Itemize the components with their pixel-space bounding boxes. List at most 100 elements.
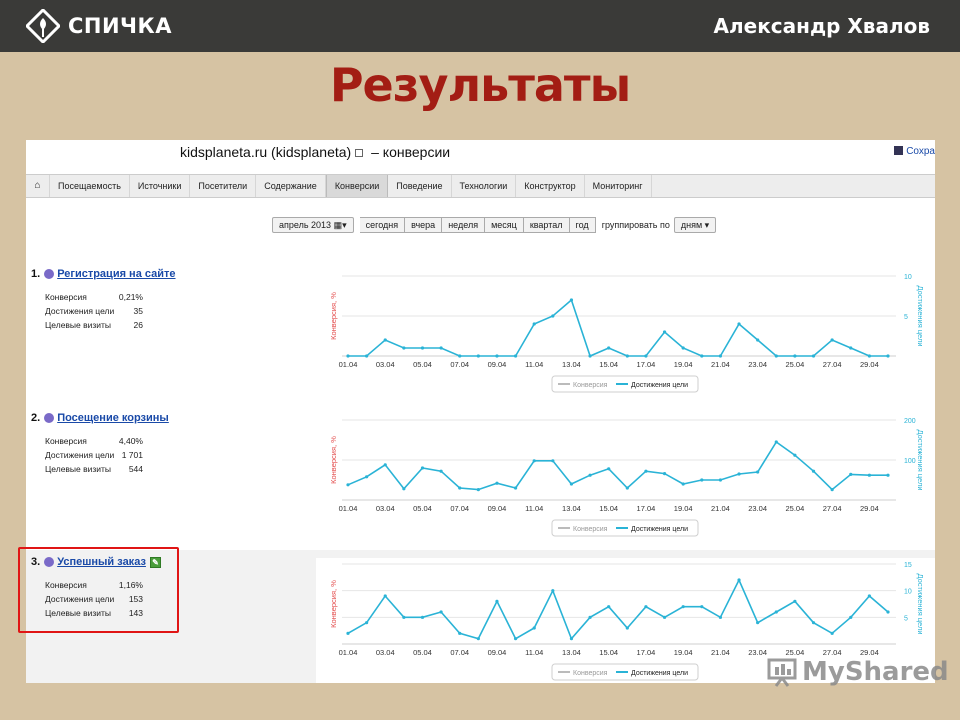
data-point [458, 631, 462, 635]
y2-tick-label: 5 [904, 314, 908, 321]
data-point [625, 354, 629, 358]
legend-label-achievements: Достижения цели [631, 526, 688, 533]
menu-item-visitors[interactable]: Посетители [190, 175, 257, 197]
calendar-icon: ▦▾ [333, 220, 347, 230]
data-point [588, 473, 592, 477]
period-selector: апрель 2013 ▦▾ сегодня вчера неделя меся… [272, 217, 717, 233]
data-point [607, 605, 611, 609]
goal-type-icon [44, 269, 55, 279]
menu-item-technology[interactable]: Технологии [452, 175, 517, 197]
goal-block-2: 2. Посещение корзины Конверсия 4,40% Дост… [26, 406, 935, 550]
stat-visits-value: 26 [133, 320, 143, 330]
x-tick-label: 21.04 [711, 648, 730, 657]
counter-settings-icon[interactable] [355, 149, 364, 157]
x-tick-label: 17.04 [637, 504, 656, 513]
legend-label-conversion: Конверсия [573, 526, 608, 533]
series-line-achievements [347, 578, 889, 641]
x-tick-label: 09.04 [488, 504, 507, 513]
period-week-button[interactable]: неделя [442, 217, 486, 233]
data-point [365, 354, 369, 358]
site-title: kidsplaneta.ru (kidsplaneta) [180, 144, 352, 160]
group-by-dropdown[interactable]: дням ▾ [673, 217, 717, 233]
data-point [681, 482, 685, 486]
x-tick-label: 05.04 [413, 648, 432, 657]
period-today-button[interactable]: сегодня [359, 217, 406, 233]
data-point [662, 330, 667, 334]
home-icon[interactable]: ⌂ [26, 175, 50, 197]
data-point [849, 615, 853, 619]
data-point [420, 346, 425, 350]
chart-legend: Конверсия Достижения цели [551, 663, 699, 681]
data-point [383, 594, 387, 598]
menu-item-content[interactable]: Содержание [256, 175, 326, 197]
slide-title: Результаты [329, 58, 631, 112]
data-point [402, 615, 406, 619]
goal-block-1: 1. Регистрация на сайте Конверсия 0,21% Д… [26, 262, 935, 406]
data-point [588, 615, 592, 619]
save-disk-icon [894, 146, 904, 155]
month-dropdown[interactable]: апрель 2013 ▦▾ [272, 217, 354, 233]
x-tick-label: 23.04 [748, 360, 767, 369]
data-point [625, 486, 629, 490]
x-tick-label: 03.04 [376, 360, 395, 369]
legend-label-conversion: Конверсия [573, 382, 608, 389]
period-quarter-button[interactable]: квартал [523, 217, 570, 233]
data-point [849, 472, 853, 476]
x-tick-label: 11.04 [525, 648, 543, 657]
x-tick-label: 11.04 [525, 504, 543, 513]
menu-item-traffic[interactable]: Посещаемость [50, 175, 130, 197]
legend-label-conversion: Конверсия [573, 670, 608, 677]
data-point [402, 487, 406, 491]
data-point [793, 599, 797, 603]
match-logo-icon [26, 9, 60, 43]
data-point [644, 605, 648, 609]
menu-item-constructor[interactable]: Конструктор [516, 175, 585, 197]
x-tick-label: 13.04 [562, 648, 581, 657]
data-point [476, 637, 480, 641]
data-point [867, 473, 871, 477]
save-label: Сохра [906, 146, 935, 157]
period-yesterday-button[interactable]: вчера [405, 217, 443, 233]
chart-legend: Конверсия Достижения цели [551, 375, 699, 393]
data-point [644, 354, 648, 358]
data-point [700, 605, 704, 609]
data-point [495, 481, 499, 485]
save-report-link[interactable]: Сохра [894, 146, 935, 157]
x-tick-label: 29.04 [860, 504, 879, 513]
x-tick-label: 23.04 [748, 504, 767, 513]
data-point [737, 322, 741, 326]
x-tick-label: 05.04 [413, 360, 432, 369]
menu-item-behavior[interactable]: Поведение [388, 175, 452, 197]
goal-link[interactable]: Регистрация на сайте [57, 268, 175, 280]
data-point [458, 354, 462, 358]
goal-link[interactable]: Посещение корзины [57, 412, 169, 424]
period-year-button[interactable]: год [569, 217, 596, 233]
data-point [365, 621, 369, 625]
y2-axis-title: Достижения цели [916, 429, 925, 490]
data-point [830, 631, 834, 635]
data-point [588, 354, 592, 358]
data-point [625, 626, 629, 630]
x-tick-label: 07.04 [450, 648, 469, 657]
data-point [551, 314, 555, 318]
data-point [346, 483, 350, 487]
menu-item-conversions[interactable]: Конверсии [325, 175, 389, 197]
x-tick-label: 21.04 [711, 360, 730, 369]
data-point [495, 354, 499, 358]
data-point [737, 578, 741, 582]
series-line-achievements [348, 298, 888, 358]
data-point [607, 346, 611, 350]
x-tick-label: 27.04 [823, 360, 842, 369]
menu-item-monitoring[interactable]: Мониторинг [585, 175, 652, 197]
legend-label-achievements: Достижения цели [631, 382, 688, 389]
x-tick-label: 21.04 [711, 504, 730, 513]
data-point [513, 354, 518, 358]
data-point [886, 610, 890, 614]
x-tick-label: 25.04 [786, 504, 805, 513]
menu-item-sources[interactable]: Источники [130, 175, 191, 197]
header-bar: СПИЧКА Александр Хвалов [0, 0, 960, 52]
data-point [439, 469, 443, 473]
stat-conversion-value: 4,40% [118, 436, 143, 446]
data-point [886, 354, 890, 358]
period-month-button[interactable]: месяц [485, 217, 524, 233]
